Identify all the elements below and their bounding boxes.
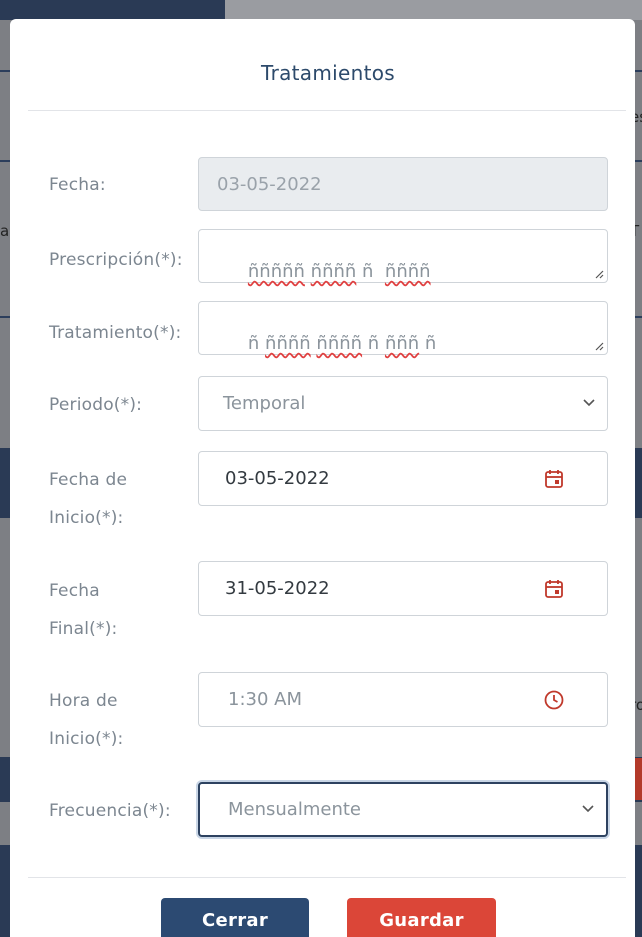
tratamiento-word: ñ — [424, 333, 437, 354]
tratamiento-textarea[interactable]: ñ ññññ ññññ ñ ñññ ñ — [198, 301, 608, 355]
chevron-down-icon — [583, 398, 595, 406]
prescripcion-word: ñññññ — [247, 261, 305, 282]
guardar-button[interactable]: Guardar — [347, 898, 496, 937]
prescripcion-word: ññññ — [310, 261, 357, 282]
hora-inicio-label-line2: Inicio(*): — [49, 729, 124, 749]
calendar-icon[interactable] — [543, 468, 565, 490]
periodo-value: Temporal — [223, 393, 306, 414]
hora-inicio-label-line1: Hora de — [49, 691, 118, 711]
periodo-label: Periodo(*): — [49, 395, 143, 415]
fecha-inicio-label-line2: Inicio(*): — [49, 508, 124, 528]
resize-grip-icon[interactable] — [594, 341, 604, 351]
hora-inicio-value: 1:30 AM — [228, 689, 302, 710]
calendar-icon[interactable] — [543, 578, 565, 600]
fecha-final-value: 31-05-2022 — [225, 578, 330, 599]
prescripcion-word: ñ — [362, 261, 374, 282]
background-text: a — [0, 222, 10, 240]
tratamiento-label: Tratamiento(*): — [49, 323, 182, 343]
fecha-final-label-line2: Final(*): — [49, 619, 118, 639]
fecha-final-input[interactable]: 31-05-2022 — [198, 561, 608, 616]
fecha-inicio-input[interactable]: 03-05-2022 — [198, 451, 608, 506]
prescripcion-label: Prescripción(*): — [49, 250, 183, 270]
background-topbar-light — [225, 0, 642, 20]
fecha-inicio-value: 03-05-2022 — [225, 468, 330, 489]
footer-divider — [28, 877, 626, 878]
resize-grip-icon[interactable] — [594, 269, 604, 279]
fecha-inicio-label-line1: Fecha de — [49, 470, 128, 490]
fecha-field: 03-05-2022 — [198, 157, 608, 211]
background-red-button — [634, 758, 642, 800]
prescripcion-word: ññññ — [384, 261, 431, 282]
tratamiento-word: ñññ — [384, 333, 420, 354]
hora-inicio-label: Hora de Inicio(*): — [49, 682, 123, 758]
tratamiento-word: ññññ — [265, 333, 311, 354]
header-divider — [28, 110, 626, 111]
tratamiento-word: ñ — [247, 333, 260, 354]
clock-icon[interactable] — [543, 689, 565, 711]
tratamiento-word: ññññ — [316, 333, 363, 354]
fecha-final-label: Fecha Final(*): — [49, 572, 117, 648]
hora-inicio-input[interactable]: 1:30 AM — [198, 672, 608, 727]
cerrar-button[interactable]: Cerrar — [161, 898, 309, 937]
fecha-final-label-line1: Fecha — [49, 581, 100, 601]
periodo-select[interactable]: Temporal — [198, 376, 608, 431]
frecuencia-value: Mensualmente — [228, 799, 361, 820]
fecha-inicio-label: Fecha de Inicio(*): — [49, 461, 127, 537]
fecha-value: 03-05-2022 — [217, 173, 322, 195]
frecuencia-label: Frecuencia(*): — [49, 801, 171, 821]
chevron-down-icon — [582, 804, 594, 812]
tratamiento-word: ñ — [367, 333, 380, 354]
prescripcion-textarea[interactable]: ñññññ ññññ ñ ññññ — [198, 229, 608, 283]
modal-title: Tratamientos — [261, 61, 395, 85]
fecha-label: Fecha: — [49, 175, 106, 195]
frecuencia-select[interactable]: Mensualmente — [198, 782, 608, 837]
